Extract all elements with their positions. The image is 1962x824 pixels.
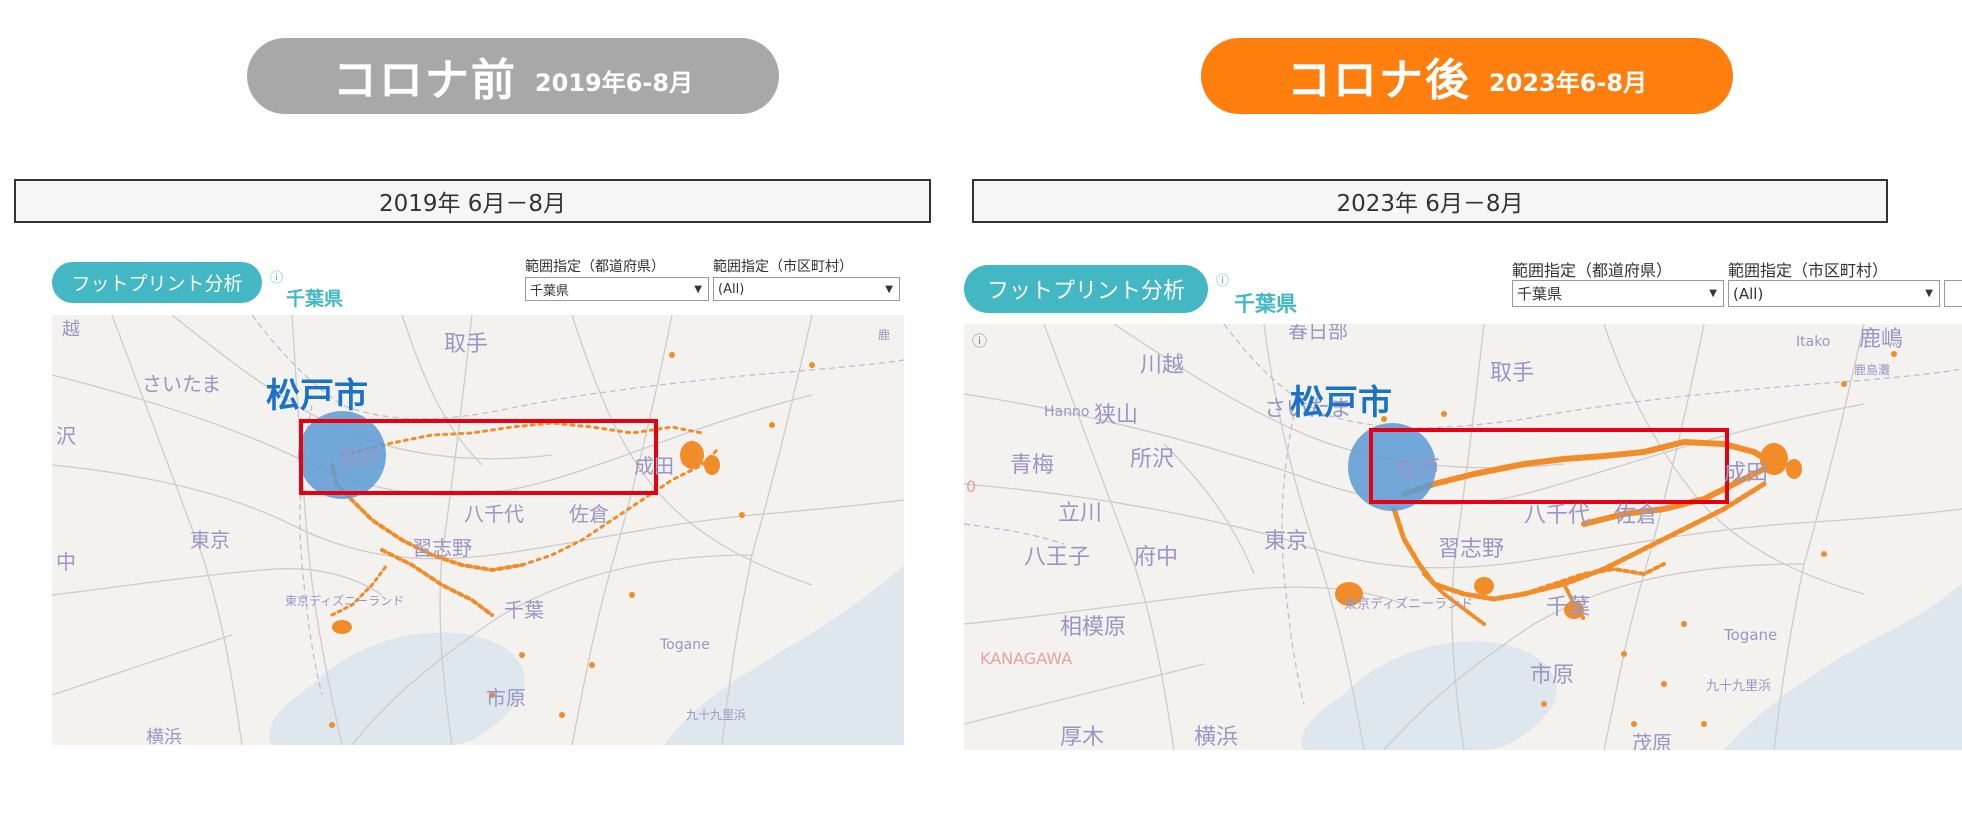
info-icon[interactable]: ⓘ bbox=[270, 267, 283, 286]
map-label: 東京 bbox=[1264, 529, 1308, 554]
map-label: 越 bbox=[62, 319, 80, 340]
map-info-icon[interactable]: ⓘ bbox=[972, 330, 987, 351]
map-label: 習志野 bbox=[412, 536, 472, 560]
map-label: 東京ディズニーランド bbox=[285, 593, 404, 608]
matsudo-city-label: 松戸市 bbox=[266, 376, 368, 416]
filter-city-label: 範囲指定（市区町村） bbox=[713, 259, 853, 275]
period-label-2019: 2019年 6月－8月 bbox=[14, 179, 931, 223]
map-label: 松戸 bbox=[1396, 457, 1440, 482]
map-canvas: 春日部 鹿嶋 川越 取手 Itako 鹿島灘 Hanno 狭山 さいたま 青梅 … bbox=[964, 324, 1962, 750]
prefecture-select-value: 千葉県 bbox=[1517, 285, 1563, 303]
after-covid-period: 2023年6-8月 bbox=[1488, 68, 1648, 97]
map-label: 成田 bbox=[634, 454, 674, 478]
extra-filter-select[interactable] bbox=[1944, 280, 1962, 307]
prefecture-label: 千葉県 bbox=[286, 288, 344, 310]
after-covid-header: コロナ後 2023年6-8月 bbox=[1201, 38, 1733, 114]
map-label: 成田 bbox=[1724, 461, 1768, 486]
map-label: 立川 bbox=[1058, 501, 1102, 526]
chevron-down-icon: ▼ bbox=[885, 283, 893, 295]
map-label: Hanno bbox=[1044, 404, 1089, 420]
map-label: Togane bbox=[1723, 626, 1777, 644]
map-label: Togane bbox=[659, 637, 710, 653]
map-label: 千葉 bbox=[1546, 595, 1590, 620]
before-covid-header: コロナ前 2019年6-8月 bbox=[247, 38, 779, 114]
city-select[interactable]: (All) ▼ bbox=[713, 277, 900, 301]
map-label: 中 bbox=[56, 550, 76, 574]
map-canvas: 取手 さいたま 松戸 成田 八千代 佐倉 東京 習志野 千葉 東京ディズニーラン… bbox=[52, 315, 904, 745]
map-label: 厚木 bbox=[1060, 725, 1104, 750]
map-label: 佐倉 bbox=[569, 502, 609, 526]
map-label: 川越 bbox=[1140, 353, 1184, 378]
before-covid-title: コロナ前 bbox=[332, 55, 517, 106]
info-icon[interactable]: ⓘ bbox=[1216, 270, 1229, 289]
chevron-down-icon: ▼ bbox=[1925, 288, 1933, 299]
map-label: 市原 bbox=[486, 686, 526, 710]
map-label: 習志野 bbox=[1438, 537, 1504, 562]
map-label: 府中 bbox=[1134, 545, 1178, 570]
map-label: 市原 bbox=[1530, 663, 1574, 688]
map-label: Itako bbox=[1796, 334, 1830, 350]
map-label: 九十九里浜 bbox=[686, 708, 746, 722]
map-label: 青梅 bbox=[1010, 453, 1054, 478]
map-label: 取手 bbox=[1490, 361, 1534, 386]
before-covid-period: 2019年6-8月 bbox=[534, 68, 694, 97]
map-label: 相模原 bbox=[1060, 615, 1126, 640]
chevron-down-icon: ▼ bbox=[1709, 288, 1717, 299]
map-label: 八千代 bbox=[464, 502, 524, 526]
map-label: 九十九里浜 bbox=[1706, 679, 1771, 694]
matsudo-city-label: 松戸市 bbox=[1290, 383, 1392, 423]
footprint-analysis-button[interactable]: フットプリント分析 bbox=[964, 265, 1208, 313]
after-covid-title: コロナ後 bbox=[1286, 55, 1471, 106]
footprint-panel-2023: フットプリント分析 ⓘ 千葉県 範囲指定（都道府県） 千葉県 ▼ 範囲指定（市区… bbox=[958, 252, 1962, 750]
filter-city-label: 範囲指定（市区町村） bbox=[1728, 261, 1889, 280]
map-label: 八王子 bbox=[1024, 545, 1090, 570]
chevron-down-icon: ▼ bbox=[694, 283, 702, 295]
map-label: 東京ディズニーランド bbox=[1344, 596, 1473, 612]
footprint-map[interactable]: 取手 さいたま 松戸 成田 八千代 佐倉 東京 習志野 千葉 東京ディズニーラン… bbox=[52, 315, 904, 745]
map-label: 沢 bbox=[56, 424, 76, 448]
period-label-2023: 2023年 6月－8月 bbox=[972, 179, 1888, 223]
prefecture-select-value: 千葉県 bbox=[530, 283, 570, 299]
prefecture-select[interactable]: 千葉県 ▼ bbox=[525, 277, 709, 301]
map-label: 松戸 bbox=[340, 446, 380, 470]
map-label: 狭山 bbox=[1094, 403, 1138, 428]
map-label: 横浜 bbox=[146, 727, 182, 745]
map-label: 取手 bbox=[444, 332, 488, 357]
map-label: 鹿島灘 bbox=[1854, 362, 1890, 377]
footprint-map[interactable]: 春日部 鹿嶋 川越 取手 Itako 鹿島灘 Hanno 狭山 さいたま 青梅 … bbox=[964, 324, 1962, 750]
prefecture-select[interactable]: 千葉県 ▼ bbox=[1512, 280, 1724, 307]
filter-prefecture-label: 範囲指定（都道府県） bbox=[525, 259, 665, 275]
map-label: 所沢 bbox=[1130, 447, 1174, 472]
footprint-analysis-button[interactable]: フットプリント分析 bbox=[52, 262, 262, 303]
map-label: 佐倉 bbox=[1614, 503, 1658, 528]
map-label: KANAGAWA bbox=[980, 649, 1072, 668]
ocean-area bbox=[1724, 584, 1962, 750]
map-label: 0 bbox=[966, 477, 976, 496]
footprint-panel-2019: フットプリント分析 ⓘ 千葉県 範囲指定（都道府県） 千葉県 ▼ 範囲指定（市区… bbox=[40, 255, 904, 745]
tokyo-bay bbox=[1301, 641, 1557, 750]
map-label: 東京 bbox=[190, 528, 230, 552]
prefecture-label: 千葉県 bbox=[1234, 292, 1297, 316]
filter-prefecture-label: 範囲指定（都道府県） bbox=[1512, 261, 1673, 280]
map-label: 茂原 bbox=[1632, 731, 1672, 750]
map-label: 鹿 bbox=[878, 327, 890, 342]
city-select-value: (All) bbox=[718, 281, 745, 297]
map-label: さいたま bbox=[142, 372, 221, 396]
map-label: 横浜 bbox=[1194, 725, 1238, 750]
map-label: 春日部 bbox=[1288, 324, 1348, 343]
map-label: 八千代 bbox=[1524, 503, 1590, 528]
city-select[interactable]: (All) ▼ bbox=[1728, 280, 1940, 307]
city-select-value: (All) bbox=[1733, 284, 1764, 303]
map-label: 鹿嶋 bbox=[1859, 327, 1903, 352]
map-label: 千葉 bbox=[504, 598, 544, 622]
